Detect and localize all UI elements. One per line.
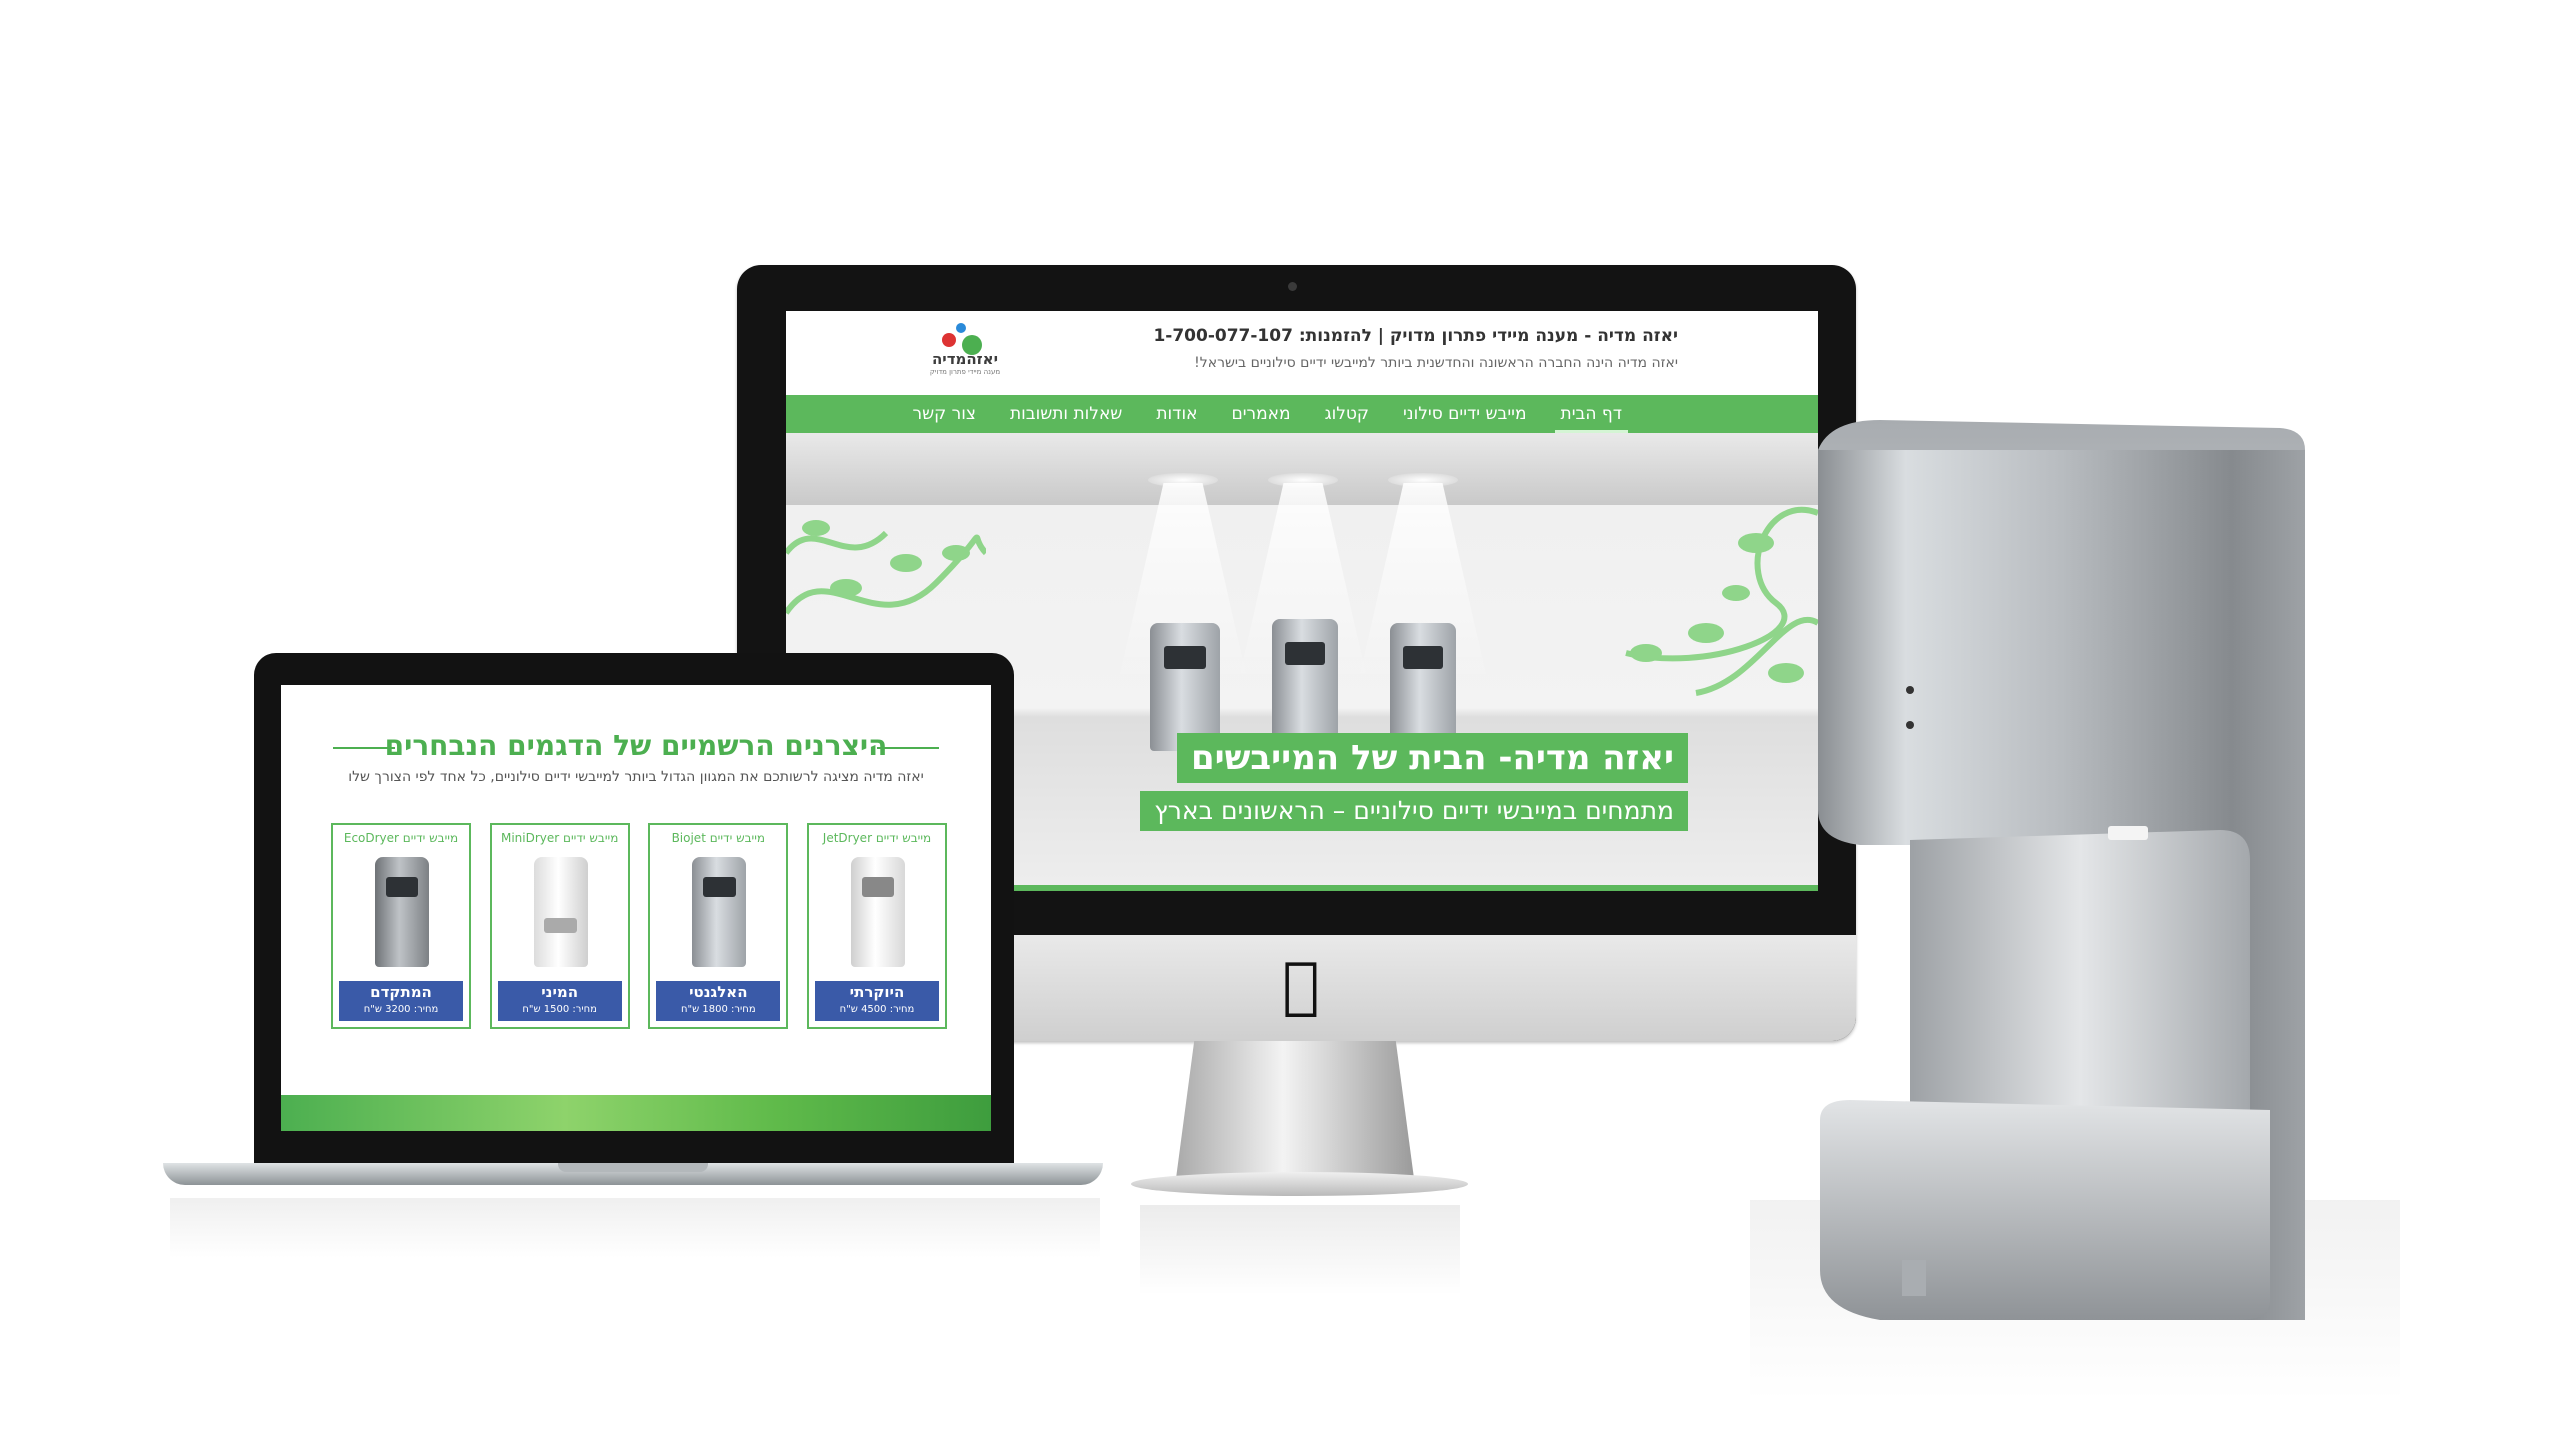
product-price: מחיר: 1800 ש"ח	[681, 1004, 756, 1015]
product-price: מחיר: 3200 ש"ח	[363, 1004, 439, 1015]
nav-item-jet-dryer[interactable]: מייבש ידיים סילוני	[1397, 404, 1533, 424]
nav-item-articles[interactable]: מאמרים	[1225, 404, 1296, 424]
nav-item-faq[interactable]: שאלות ותשובות	[1004, 404, 1128, 424]
hero-heading: יאזה מדיה- הבית של המייבשים	[1176, 733, 1688, 783]
nav-item-about[interactable]: אודות	[1150, 404, 1203, 424]
laptop-website-screen: היצרנים הרשמיים של הדגמים הנבחרים יאזה מ…	[281, 685, 991, 1131]
product-price-box[interactable]: היוקרתי מחיר: 4500 ש"ח	[814, 981, 939, 1021]
product-image	[375, 857, 429, 967]
nav-item-home[interactable]: דף הבית	[1554, 404, 1629, 433]
product-label: המתקדם	[370, 983, 432, 1001]
site-subtitle: יאזה מדיה הינה החברה הראשונה והחדשנית בי…	[1194, 355, 1678, 371]
product-label: המיני	[541, 983, 579, 1001]
product-name: מייבש ידיים JetDryer	[822, 831, 932, 845]
main-navigation: דף הבית מייבש ידיים סילוני קטלוג מאמרים …	[786, 395, 1818, 433]
dryer-product-image	[1390, 623, 1456, 751]
imac-stand-foot	[1131, 1172, 1468, 1196]
site-header: יאזהמדיה מענה מיידי פתרון מדויק יאזה מדי…	[786, 311, 1818, 395]
dryer-product-image	[1150, 623, 1220, 751]
nav-item-catalog[interactable]: קטלוג	[1319, 404, 1375, 424]
product-label: האלגנטי	[689, 983, 748, 1001]
product-price-box[interactable]: האלגנטי מחיר: 1800 ש"ח	[656, 981, 781, 1021]
apple-icon: 	[1261, 950, 1341, 1020]
product-price-box[interactable]: המתקדם מחיר: 3200 ש"ח	[339, 981, 463, 1021]
product-card[interactable]: מייבש ידיים MiniDryer המיני מחיר: 1500 ש…	[489, 823, 630, 1029]
hand-dryer-product-image	[1818, 420, 2305, 1320]
product-image	[692, 857, 747, 967]
hero-subheading: מתמחים במייבשי ידיים סילוניים – הראשונים…	[1140, 791, 1688, 831]
imac-stand	[1175, 1041, 1415, 1186]
product-name: מייבש ידיים Biojet	[671, 831, 766, 845]
logo-tagline: מענה מיידי פתרון מדויק	[929, 368, 1001, 376]
nav-item-contact[interactable]: צור קשר	[907, 404, 982, 424]
product-price-box[interactable]: המיני מחיר: 1500 ש"ח	[497, 981, 622, 1021]
vine-decoration-right	[1625, 507, 1818, 696]
dryer-product-image	[1272, 619, 1338, 747]
product-cards: מייבש ידיים JetDryer היוקרתי מחיר: 4500 …	[331, 823, 947, 1031]
vine-decoration-left	[786, 520, 986, 615]
product-card[interactable]: מייבש ידיים Biojet האלגנטי מחיר: 1800 ש"…	[648, 823, 789, 1029]
product-name: מייבש ידיים EcoDryer	[343, 831, 459, 845]
logo-text[interactable]: יאזהמדיה	[924, 351, 1006, 367]
product-image	[850, 857, 905, 967]
imac-reflection	[1140, 1205, 1460, 1295]
product-image	[533, 857, 588, 967]
laptop-notch	[558, 1163, 708, 1172]
camera-icon	[1288, 282, 1297, 291]
green-footer-banner	[281, 1095, 991, 1131]
product-card[interactable]: מייבש ידיים EcoDryer המתקדם מחיר: 3200 ש…	[331, 823, 471, 1029]
section-title: היצרנים הרשמיים של הדגמים הנבחרים	[384, 729, 888, 762]
laptop-reflection	[170, 1198, 1100, 1258]
product-price: מחיר: 4500 ש"ח	[839, 1004, 915, 1015]
product-card[interactable]: מייבש ידיים JetDryer היוקרתי מחיר: 4500 …	[806, 823, 947, 1029]
product-name: מייבש ידיים MiniDryer	[500, 831, 619, 845]
section-subtitle: יאזה מדיה מציגה לרשותכם את המגוון הגדול …	[348, 769, 924, 785]
site-title: יאזה מדיה - מענה מיידי פתרון מדויק | להז…	[1153, 326, 1678, 346]
product-label: היוקרתי	[849, 983, 905, 1001]
product-price: מחיר: 1500 ש"ח	[522, 1004, 597, 1015]
